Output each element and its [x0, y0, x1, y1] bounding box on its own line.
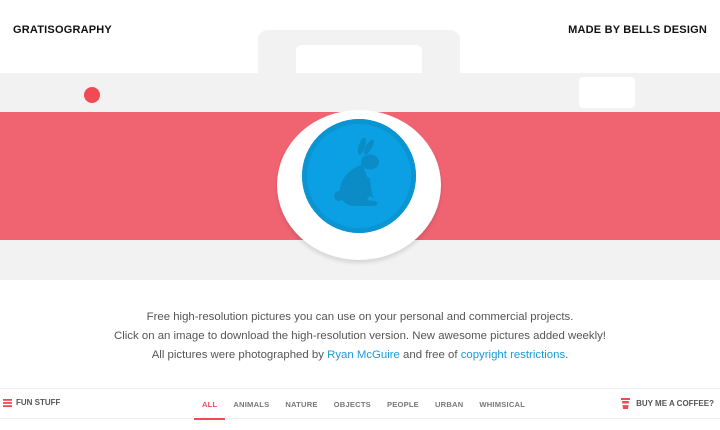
intro-line-2: Click on an image to download the high-r…: [114, 330, 606, 342]
intro-line-3-mid: and free of: [399, 349, 461, 361]
buy-coffee-button[interactable]: BUY ME A COFFEE?: [621, 398, 714, 409]
copyright-link[interactable]: copyright restrictions: [461, 349, 565, 361]
tab-animals[interactable]: ANIMALS: [225, 389, 277, 420]
fun-stuff-label: FUN STUFF: [16, 398, 61, 407]
fun-stuff-button[interactable]: FUN STUFF: [3, 398, 60, 407]
bunny-icon: [334, 138, 379, 206]
camera-light: [84, 87, 100, 103]
menu-icon: [3, 398, 12, 407]
category-nav: FUN STUFF ALL ANIMALS NATURE OBJECTS PEO…: [0, 388, 720, 420]
intro-line-3-suffix: .: [565, 349, 569, 361]
tab-all[interactable]: ALL: [194, 389, 226, 420]
buy-coffee-label: BUY ME A COFFEE?: [636, 399, 714, 408]
intro-line-3-prefix: All pictures were photographed by: [151, 349, 328, 361]
tab-whimsical[interactable]: WHIMSICAL: [471, 389, 533, 420]
tab-people[interactable]: PEOPLE: [379, 389, 427, 420]
tab-urban[interactable]: URBAN: [427, 389, 471, 420]
photographer-link[interactable]: Ryan McGuire: [327, 349, 400, 361]
camera-flash: [579, 77, 635, 108]
intro-line-3: All pictures were photographed by Ryan M…: [0, 346, 720, 365]
intro-text: Free high-resolution pictures you can us…: [0, 308, 720, 365]
tab-objects[interactable]: OBJECTS: [326, 389, 379, 420]
tab-nature[interactable]: NATURE: [277, 389, 325, 420]
coffee-cup-icon: [621, 398, 631, 409]
category-tabs: ALL ANIMALS NATURE OBJECTS PEOPLE URBAN …: [194, 389, 533, 420]
camera-hero-graphic: [0, 0, 720, 285]
intro-line-1: Free high-resolution pictures you can us…: [146, 311, 574, 323]
